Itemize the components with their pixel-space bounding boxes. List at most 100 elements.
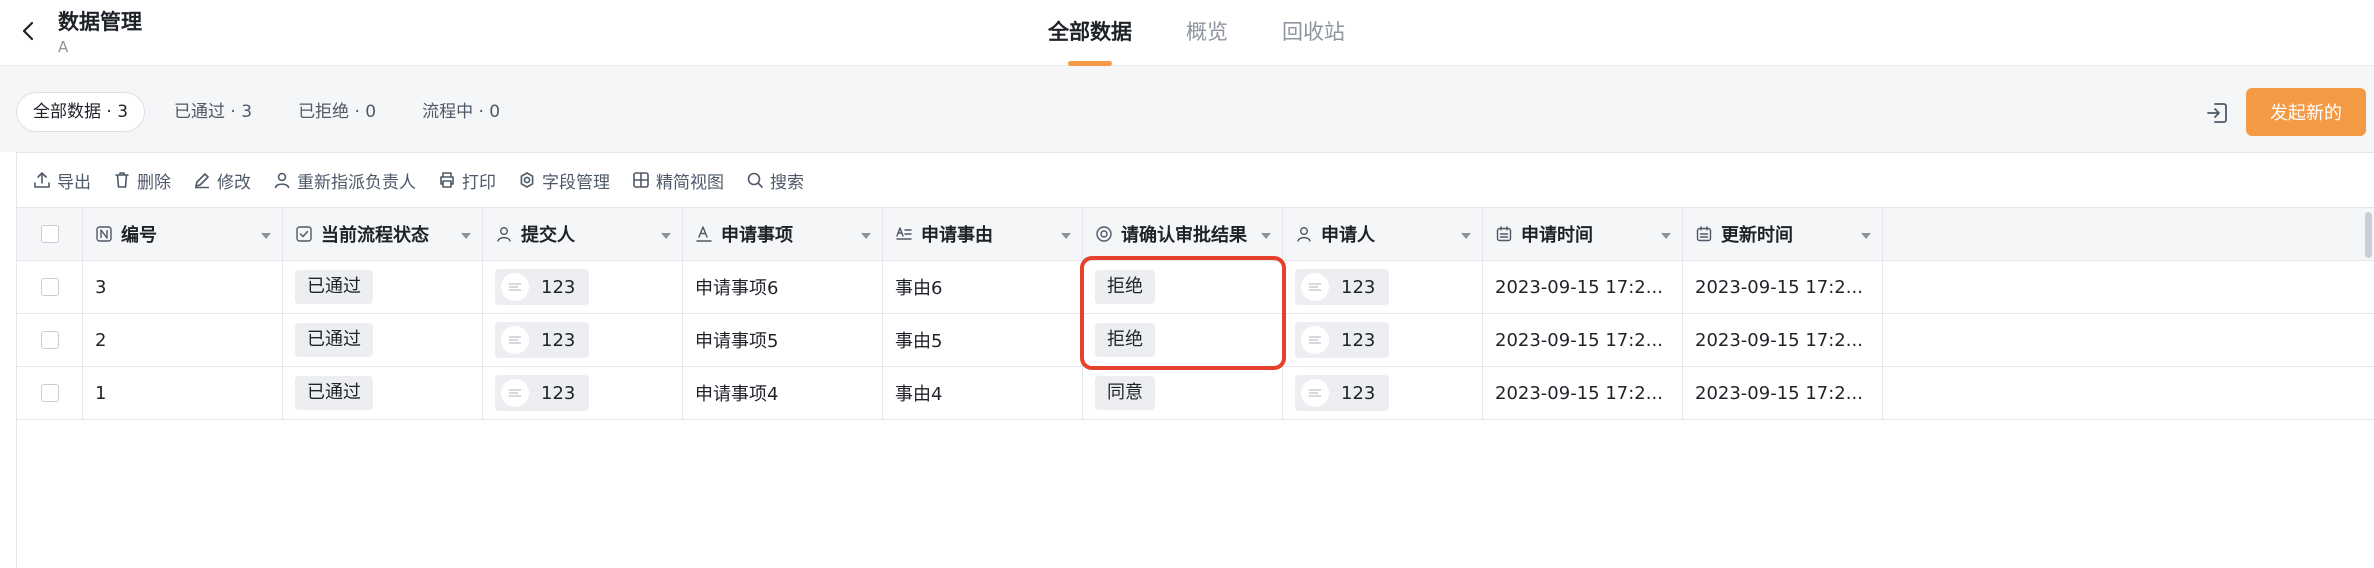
caret-down-icon[interactable] <box>1060 232 1072 240</box>
tab-recycle-bin[interactable]: 回收站 <box>1282 0 1345 66</box>
multiline-text-icon <box>896 227 912 240</box>
table-row[interactable]: 3 已通过 123 申请事项6 事由6 拒绝 123 2023-09-15 17… <box>17 261 2374 314</box>
calendar-icon <box>1496 226 1512 242</box>
cell-number: 1 <box>83 367 283 419</box>
column-header-update-time[interactable]: 更新时间 <box>1683 208 1883 260</box>
avatar-icon <box>509 336 521 344</box>
caret-down-icon[interactable] <box>260 232 272 240</box>
cell-submitter: 123 <box>483 367 683 419</box>
column-label: 当前流程状态 <box>321 225 429 246</box>
chevron-left-icon <box>22 21 34 41</box>
cell-update-time: 2023-09-15 17:2... <box>1683 367 1883 419</box>
avatar-icon <box>1309 283 1321 291</box>
caret-down-icon[interactable] <box>1660 232 1672 240</box>
checkbox-field-icon <box>296 226 312 242</box>
grid-icon <box>633 172 649 188</box>
cell-applicant: 123 <box>1283 367 1483 419</box>
row-filler-cell <box>1883 314 2374 366</box>
export-button[interactable]: 导出 <box>33 164 91 196</box>
row-filler-cell <box>1883 367 2374 419</box>
column-label: 申请时间 <box>1521 225 1593 246</box>
caret-down-icon[interactable] <box>1860 232 1872 240</box>
status-badge: 已通过 <box>295 270 373 304</box>
tab-all-data[interactable]: 全部数据 <box>1048 0 1132 66</box>
user-tag[interactable]: 123 <box>495 269 590 305</box>
user-tag[interactable]: 123 <box>495 322 590 358</box>
filter-chip-all[interactable]: 全部数据 · 3 <box>16 92 146 132</box>
row-checkbox[interactable] <box>40 278 59 296</box>
user-tag[interactable]: 123 <box>1295 322 1390 358</box>
select-all-checkbox[interactable] <box>40 225 59 243</box>
user-name: 123 <box>541 382 576 404</box>
user-name: 123 <box>1341 382 1376 404</box>
avatar <box>1301 326 1329 354</box>
page-title: 数据管理 <box>58 10 142 34</box>
column-header-submitter[interactable]: 提交人 <box>483 208 683 260</box>
column-label: 编号 <box>121 225 157 246</box>
caret-down-icon[interactable] <box>660 232 672 240</box>
data-panel: 导出 删除 修改 重新指派负责人 打印 字段管理 精简视图 搜索 编号 当前流程… <box>16 152 2374 568</box>
caret-down-icon[interactable] <box>1260 232 1272 240</box>
table-row[interactable]: 1 已通过 123 申请事项4 事由4 同意 123 2023-09-15 17… <box>17 367 2374 420</box>
cell-apply-time: 2023-09-15 17:2... <box>1483 314 1683 366</box>
cell-item: 申请事项6 <box>683 261 883 313</box>
column-label: 更新时间 <box>1721 225 1793 246</box>
caret-down-icon[interactable] <box>860 232 872 240</box>
column-header-status[interactable]: 当前流程状态 <box>283 208 483 260</box>
user-tag[interactable]: 123 <box>1295 375 1390 411</box>
back-button[interactable] <box>14 16 44 46</box>
import-export-button[interactable] <box>2200 96 2234 130</box>
filter-chip-approved[interactable]: 已通过 · 3 <box>157 92 269 132</box>
print-button[interactable]: 打印 <box>438 164 496 196</box>
filter-chip-rejected[interactable]: 已拒绝 · 0 <box>281 92 393 132</box>
field-management-button[interactable]: 字段管理 <box>518 164 610 196</box>
row-filler-cell <box>1883 261 2374 313</box>
cell-reason: 事由6 <box>883 261 1083 313</box>
search-label: 搜索 <box>770 172 804 193</box>
edit-button[interactable]: 修改 <box>193 164 251 196</box>
column-header-applicant[interactable]: 申请人 <box>1283 208 1483 260</box>
status-badge: 已通过 <box>295 376 373 410</box>
caret-down-icon[interactable] <box>1460 232 1472 240</box>
table-header: 编号 当前流程状态 提交人 申请事项 申请事由 请确认审批结果 申请人 申请时间… <box>17 207 2374 261</box>
column-header-item[interactable]: 申请事项 <box>683 208 883 260</box>
cell-update-time: 2023-09-15 17:2... <box>1683 261 1883 313</box>
upload-icon <box>34 172 50 188</box>
column-header-approval[interactable]: 请确认审批结果 <box>1083 208 1283 260</box>
table-row[interactable]: 2 已通过 123 申请事项5 事由5 拒绝 123 2023-09-15 17… <box>17 314 2374 367</box>
radio-field-icon <box>1096 226 1112 242</box>
avatar <box>501 379 529 407</box>
cell-number: 3 <box>83 261 283 313</box>
cell-approval: 拒绝 <box>1083 261 1283 313</box>
caret-down-icon[interactable] <box>460 232 472 240</box>
cell-applicant: 123 <box>1283 261 1483 313</box>
calendar-icon <box>1696 226 1712 242</box>
column-header-apply-time[interactable]: 申请时间 <box>1483 208 1683 260</box>
create-new-button[interactable]: 发起新的 <box>2246 88 2366 136</box>
row-checkbox[interactable] <box>40 331 59 349</box>
delete-button[interactable]: 删除 <box>113 164 171 196</box>
cell-submitter: 123 <box>483 314 683 366</box>
printer-icon <box>440 172 454 188</box>
filter-chip-in-progress[interactable]: 流程中 · 0 <box>405 92 517 132</box>
vertical-scrollbar[interactable] <box>2365 212 2372 258</box>
reassign-owner-button[interactable]: 重新指派负责人 <box>273 164 416 196</box>
column-header-reason[interactable]: 申请事由 <box>883 208 1083 260</box>
cell-item: 申请事项4 <box>683 367 883 419</box>
column-header-number[interactable]: 编号 <box>83 208 283 260</box>
search-button[interactable]: 搜索 <box>746 164 804 196</box>
row-checkbox[interactable] <box>40 384 59 402</box>
data-table: 编号 当前流程状态 提交人 申请事项 申请事由 请确认审批结果 申请人 申请时间… <box>17 207 2374 420</box>
row-select-cell <box>17 261 83 313</box>
user-tag[interactable]: 123 <box>1295 269 1390 305</box>
compact-view-button[interactable]: 精简视图 <box>632 164 724 196</box>
cell-approval: 同意 <box>1083 367 1283 419</box>
user-icon <box>497 227 511 242</box>
user-tag[interactable]: 123 <box>495 375 590 411</box>
column-label: 申请事由 <box>921 225 993 246</box>
user-icon <box>1297 227 1311 242</box>
approval-badge: 同意 <box>1095 376 1155 410</box>
cell-number: 2 <box>83 314 283 366</box>
tab-overview[interactable]: 概览 <box>1186 0 1228 66</box>
avatar-icon <box>509 389 521 397</box>
